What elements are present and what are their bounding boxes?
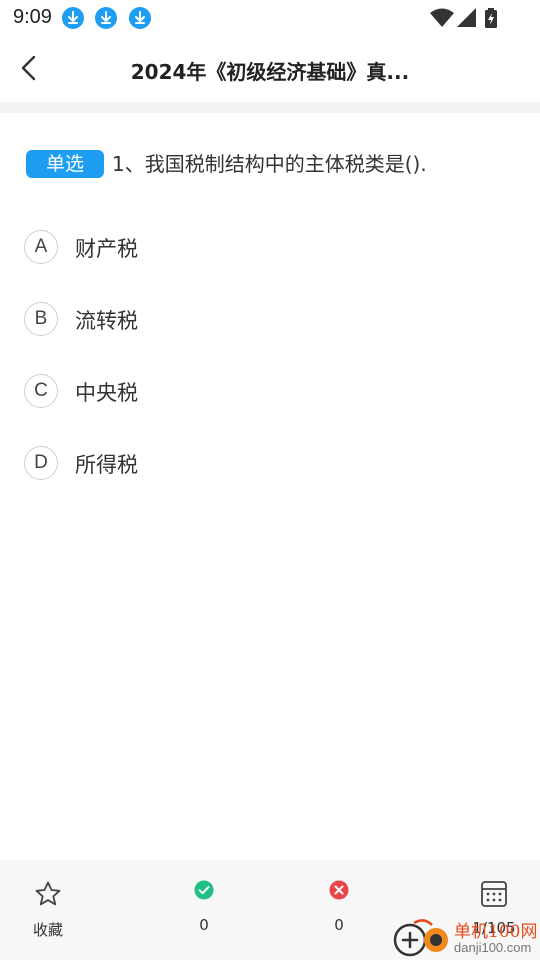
option-text: 流转税 — [75, 309, 138, 333]
back-button[interactable] — [10, 48, 50, 88]
battery-charging-icon — [484, 8, 498, 32]
answer-sheet-icon — [481, 881, 507, 907]
favorite-button[interactable]: 收藏 — [14, 860, 82, 960]
signal-icon — [456, 8, 476, 32]
status-time: 9:09 — [13, 6, 52, 28]
page-title: 2024年《初级经济基础》真... — [130, 60, 410, 84]
correct-count: 0 — [199, 916, 209, 934]
option-letter: B — [24, 302, 58, 336]
favorite-label: 收藏 — [32, 921, 63, 939]
download-icon — [95, 7, 117, 29]
header: 2024年《初级经济基础》真... — [0, 36, 540, 102]
wrong-count: 0 — [334, 916, 344, 934]
option-c[interactable]: C 中央税 — [24, 374, 504, 414]
question-text: 1、我国税制结构中的主体税类是(). — [112, 152, 427, 176]
option-text: 财产税 — [75, 237, 138, 261]
star-icon — [35, 881, 61, 906]
option-letter: C — [24, 374, 58, 408]
download-icon — [129, 7, 151, 29]
watermark-text-en: danji100.com — [454, 940, 532, 955]
correct-count-item[interactable]: 0 — [170, 860, 238, 960]
option-a[interactable]: A 财产税 — [24, 230, 504, 270]
option-letter: D — [24, 446, 58, 480]
status-bar: 9:09 — [0, 0, 540, 36]
option-letter: A — [24, 230, 58, 264]
download-icon — [62, 7, 84, 29]
header-divider — [0, 102, 540, 113]
cross-circle-icon — [329, 880, 349, 900]
option-text: 所得税 — [75, 453, 138, 477]
check-circle-icon — [194, 880, 214, 900]
option-d[interactable]: D 所得税 — [24, 446, 504, 486]
option-b[interactable]: B 流转税 — [24, 302, 504, 342]
wifi-icon — [430, 8, 454, 32]
watermark-logo-icon — [393, 919, 448, 957]
option-text: 中央税 — [75, 381, 138, 405]
question-type-badge: 单选 — [26, 150, 104, 178]
chevron-left-icon — [21, 55, 36, 81]
wrong-count-item[interactable]: 0 — [305, 860, 373, 960]
site-watermark: 单机100网 danji100.com — [392, 915, 540, 960]
watermark-text-cn: 单机100网 — [454, 922, 538, 942]
